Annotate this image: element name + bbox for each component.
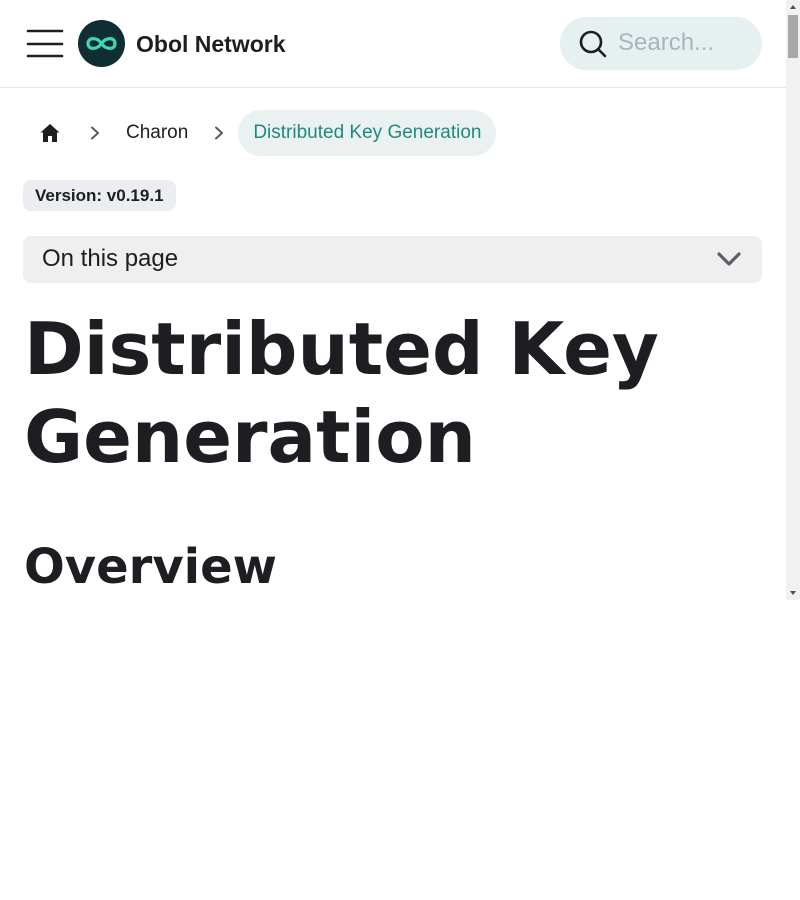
toc-label: On this page [42,245,179,272]
breadcrumb-item-current: Distributed Key Generation [238,110,497,156]
scroll-down-arrow-icon[interactable] [786,586,800,600]
navbar: Obol Network [0,0,786,88]
scrollbar-thumb[interactable] [788,15,798,58]
page-viewport: Obol Network Charon [0,0,786,600]
search-icon [578,29,608,59]
hamburger-menu-icon[interactable] [24,24,64,64]
chevron-right-icon [84,110,106,156]
on-this-page-toggle[interactable]: On this page [23,236,762,283]
search-box[interactable] [560,17,762,70]
infinity-logo-icon[interactable] [78,20,125,67]
brand-title[interactable]: Obol Network [136,30,286,58]
breadcrumb: Charon Distributed Key Generation [24,110,497,156]
version-badge: Version: v0.19.1 [23,180,176,211]
chevron-right-icon [208,110,230,156]
breadcrumb-item-charon[interactable]: Charon [114,110,200,156]
section-heading-overview: Overview [24,539,277,595]
scroll-up-arrow-icon[interactable] [786,0,800,14]
page-title: Distributed Key Generation [24,307,659,479]
vertical-scrollbar[interactable] [786,0,800,600]
home-icon[interactable] [24,110,76,156]
chevron-down-icon [716,249,742,269]
search-input[interactable] [618,25,752,61]
